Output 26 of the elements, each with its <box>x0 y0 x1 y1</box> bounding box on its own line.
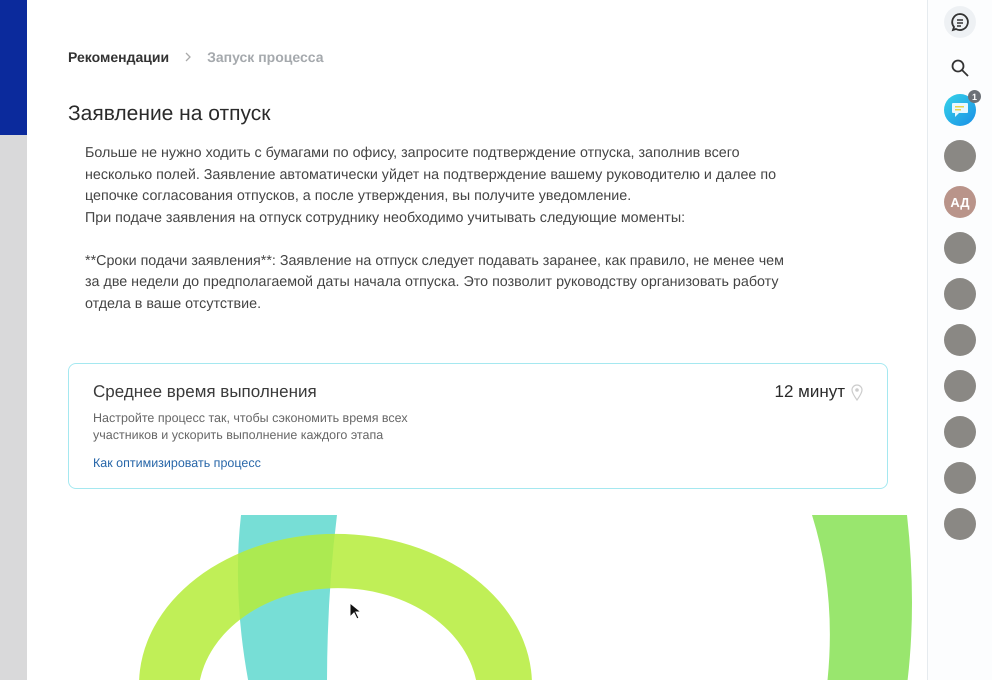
page-title: Заявление на отпуск <box>68 102 272 126</box>
chat-menu-button[interactable] <box>944 6 976 38</box>
user-avatar[interactable] <box>944 508 976 540</box>
breadcrumb-link[interactable]: Рекомендации <box>68 49 170 65</box>
description-paragraph: При подаче заявления на отпуск сотруднику необходимо учитывать следующие моменты: <box>85 208 686 228</box>
description-paragraph: **Сроки подачи заявления**: Заявление на отпуск следует подавать заранее, как правило, не менее чем за две недели до предполагаемой даты начала отпуска. Это позволит руководству организовать работу отдела в ваше отсутствие. <box>85 252 785 314</box>
user-avatar[interactable] <box>944 324 976 356</box>
user-avatar[interactable] <box>944 370 976 402</box>
search-icon <box>951 59 969 77</box>
duration-value: 12 минут <box>774 382 845 402</box>
card-title: Среднее время выполнения <box>93 382 317 402</box>
mouse-pointer-icon <box>349 602 361 620</box>
user-avatar[interactable] <box>944 232 976 264</box>
user-avatar[interactable] <box>944 416 976 448</box>
card-hint: Настройте процесс так, чтобы сэкономить время всех участников и ускорить выполнение каждого этапа <box>93 410 409 444</box>
user-avatar[interactable] <box>944 140 976 172</box>
optimize-link[interactable]: Как оптимизировать процесс <box>93 456 261 470</box>
chat-avatar[interactable] <box>944 94 976 126</box>
user-avatar[interactable] <box>944 462 976 494</box>
pin-icon <box>851 384 863 400</box>
chevron-right-icon <box>183 52 194 62</box>
unread-badge: 1 <box>968 90 981 103</box>
user-avatar[interactable] <box>944 278 976 310</box>
chat-list-icon <box>950 12 970 32</box>
description-paragraph: Больше не нужно ходить с бумагами по офису, запросите подтверждение отпуска, заполнив всего несколько полей. Заявление автоматически уйдет на подтверждение вашему руководителю и далее по цепочке согласования отпусков, а после утверждения, вы получите уведомление. <box>85 144 778 206</box>
chat-bubble-icon <box>951 102 969 118</box>
